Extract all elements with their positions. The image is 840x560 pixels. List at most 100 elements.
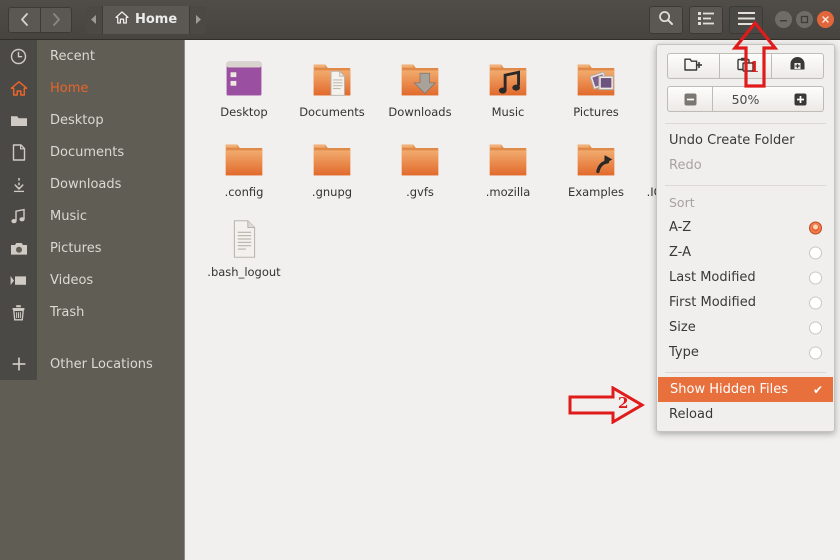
file-name: .config [224,185,264,199]
annotation-label-2: 2 [618,394,629,412]
desktop-folder-icon [220,51,268,103]
radio-indicator[interactable] [809,271,822,284]
menu-heading-sort: Sort [669,195,695,210]
file-name: Pictures [573,105,619,119]
radio-indicator[interactable] [809,346,822,359]
sidebar-item-pictures[interactable]: Pictures [0,232,185,264]
menu-item-sort-size[interactable]: Size [657,315,834,340]
file-item[interactable]: Pictures [552,48,640,122]
sidebar-item-label: Other Locations [50,356,153,372]
sidebar-item-label: Documents [50,144,125,160]
file-name: .bash_logout [207,265,281,279]
search-button[interactable] [649,5,683,34]
file-item[interactable]: Downloads [376,48,464,122]
documents-folder-icon [308,51,356,103]
home-icon [0,72,37,104]
sidebar-item-other-locations[interactable]: Other Locations [0,348,185,380]
menu-item-label: First Modified [669,295,756,310]
forward-button[interactable] [40,6,72,33]
menu-item-label: A-Z [669,220,692,235]
paste-button[interactable] [720,53,771,79]
sidebar-item-documents[interactable]: Documents [0,136,185,168]
plus-icon [0,348,37,380]
minimize-button[interactable] [775,11,792,28]
clock-icon [0,40,37,72]
menu-item-sort-first-modified[interactable]: First Modified [657,290,834,315]
hamburger-menu-button[interactable] [729,5,763,34]
sidebar-item-downloads[interactable]: Downloads [0,168,185,200]
file-item[interactable]: .mozilla [464,128,552,202]
radio-indicator[interactable] [809,321,822,334]
search-icon [658,10,674,30]
trash-icon [0,296,37,328]
annotation-label-1: 1 [749,58,760,76]
sidebar-item-videos[interactable]: Videos [0,264,185,296]
menu-icon-button-row [657,51,834,79]
sidebar-item-label: Desktop [50,112,104,128]
close-button[interactable] [817,11,834,28]
folder-icon [484,131,532,183]
file-name: .mozilla [485,185,531,199]
file-item[interactable]: .bash_logout [200,208,288,282]
zoom-level-value: 50% [713,86,778,112]
zoom-in-button[interactable] [778,86,824,112]
list-view-icon [698,10,714,29]
header-right-controls [643,5,840,34]
download-icon [0,168,37,200]
sidebar-item-label: Pictures [50,240,102,256]
video-icon [0,264,37,296]
sidebar-item-desktop[interactable]: Desktop [0,104,185,136]
breadcrumb-scroll-left[interactable] [86,5,102,34]
sidebar-item-music[interactable]: Music [0,200,185,232]
breadcrumb: Home [86,5,207,34]
sidebar-item-label: Videos [50,272,94,288]
home-icon [115,11,129,28]
maximize-button[interactable] [796,11,813,28]
breadcrumb-scroll-right[interactable] [190,5,207,34]
file-item[interactable]: Examples [552,128,640,202]
file-item[interactable]: .gnupg [288,128,376,202]
file-item[interactable]: .config [200,128,288,202]
file-item[interactable]: Music [464,48,552,122]
navigation-buttons [8,6,72,33]
sidebar-item-home[interactable]: Home [0,72,185,104]
menu-item-label: Type [669,345,699,360]
file-item[interactable]: .gvfs [376,128,464,202]
radio-indicator[interactable] [809,296,822,309]
check-icon: ✔ [812,382,823,397]
camera-icon [0,232,37,264]
music-note-icon [0,200,37,232]
file-manager-window: Home Recent Home Desktop Documents Downl… [0,0,840,560]
menu-item-label: Show Hidden Files [670,382,788,397]
menu-item-reload[interactable]: Reload [657,402,834,427]
radio-indicator[interactable] [809,246,822,259]
file-name: .gnupg [311,185,353,199]
menu-item-redo: Redo [669,158,702,173]
sidebar-item-trash[interactable]: Trash [0,296,185,328]
menu-item-sort-type[interactable]: Type [657,340,834,365]
view-options-button[interactable] [689,5,723,34]
radio-indicator[interactable] [809,221,822,234]
back-button[interactable] [8,6,40,33]
breadcrumb-item-home[interactable]: Home [102,5,191,34]
menu-item-sort-az[interactable]: A-Z [657,215,834,240]
menu-item-sort-za[interactable]: Z-A [657,240,834,265]
add-bookmark-button[interactable] [771,53,824,79]
menu-item-label: Last Modified [669,270,756,285]
menu-separator [665,185,826,186]
menu-item-show-hidden-files[interactable]: Show Hidden Files ✔ [658,377,833,402]
file-name: Documents [299,105,365,119]
header-bar: Home [0,0,840,40]
zoom-out-button[interactable] [667,86,713,112]
music-folder-icon [484,51,532,103]
menu-item-sort-last-modified[interactable]: Last Modified [657,265,834,290]
folder-icon [396,131,444,183]
file-name: .gvfs [406,185,434,199]
file-item[interactable]: Desktop [200,48,288,122]
sidebar: Recent Home Desktop Documents Downloads [0,40,185,560]
file-item[interactable]: Documents [288,48,376,122]
add-bookmark-icon [789,56,806,76]
sidebar-item-recent[interactable]: Recent [0,40,185,72]
new-folder-button[interactable] [667,53,720,79]
menu-item-undo[interactable]: Undo Create Folder [657,128,834,153]
